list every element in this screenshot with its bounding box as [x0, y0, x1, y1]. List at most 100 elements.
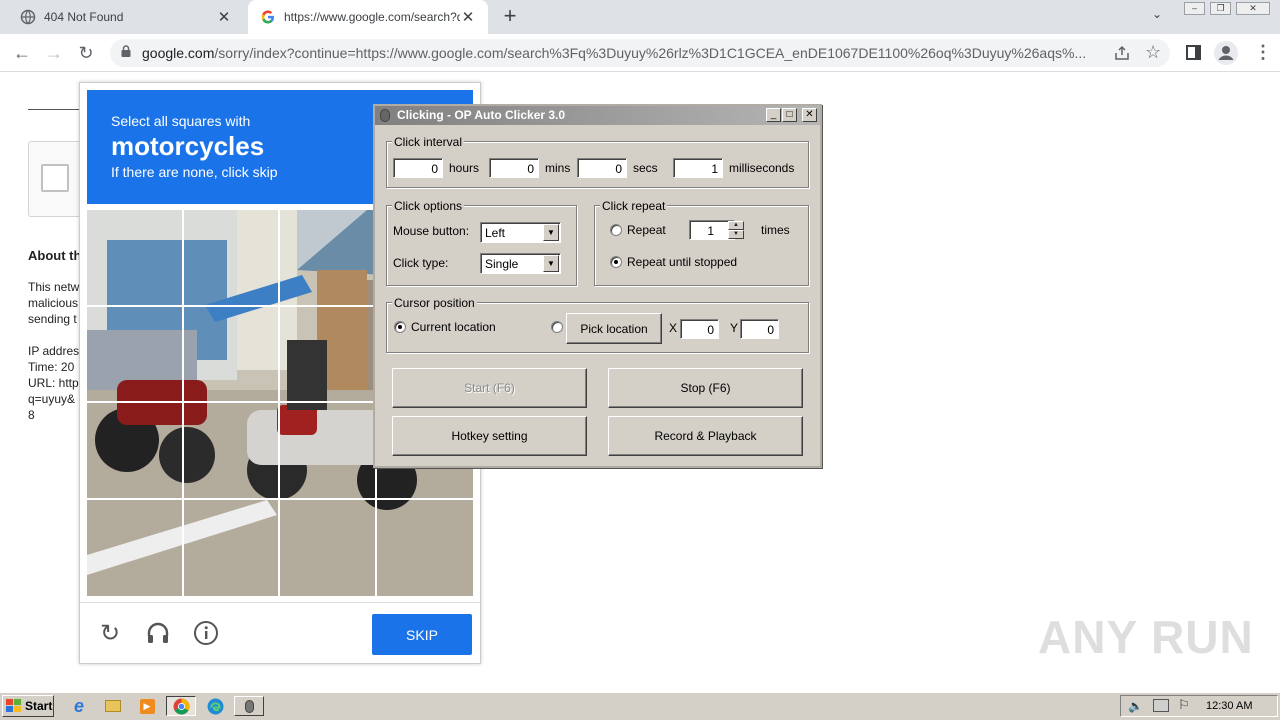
taskbar-clock[interactable]: 12:30 AM	[1206, 700, 1252, 712]
bookmark-star-icon[interactable]: ☆	[1145, 42, 1161, 63]
click-repeat-group	[594, 205, 809, 286]
group-label: Cursor position	[392, 296, 477, 310]
page-info-line: q=uyuy&	[28, 392, 76, 406]
share-icon[interactable]	[1113, 44, 1131, 62]
side-panel-icon[interactable]	[1186, 45, 1201, 60]
media-player-icon[interactable]: ▶	[136, 696, 158, 716]
profile-avatar[interactable]	[1214, 41, 1238, 65]
captcha-hint: If there are none, click skip	[111, 164, 278, 180]
volume-icon[interactable]: 🔈	[1128, 699, 1143, 713]
dropdown-arrow-icon[interactable]: ▼	[543, 255, 559, 272]
edge-icon[interactable]	[204, 696, 226, 716]
repeat-spinner[interactable]: ▲ ▼	[728, 221, 744, 239]
page-info-line: IP addres	[28, 344, 80, 358]
current-location-label: Current location	[411, 320, 496, 334]
autoclicker-titlebar[interactable]: Clicking - OP Auto Clicker 3.0	[375, 106, 820, 125]
mouse-icon	[380, 109, 390, 122]
back-icon[interactable]: ←	[10, 42, 34, 64]
y-input[interactable]: 0	[740, 319, 779, 339]
repeat-until-stopped-label: Repeat until stopped	[627, 255, 738, 269]
captcha-target: motorcycles	[111, 131, 265, 161]
close-icon[interactable]: ✕	[802, 108, 817, 122]
group-label: Click options	[392, 199, 465, 213]
restore-icon[interactable]: ❐	[1210, 2, 1231, 15]
skip-button[interactable]: SKIP	[372, 614, 472, 655]
y-label: Y	[730, 321, 739, 335]
repeat-until-stopped-radio[interactable]	[610, 256, 622, 268]
grid-line	[182, 210, 184, 596]
maximize-icon[interactable]: □	[782, 108, 797, 122]
globe-icon	[20, 9, 36, 25]
url-text[interactable]: google.com/sorry/index?continue=https://…	[142, 45, 1102, 61]
start-button[interactable]: Start (F6)	[392, 368, 587, 408]
current-location-radio[interactable]	[394, 321, 406, 333]
hours-label: hours	[449, 161, 480, 175]
mouse-button-label: Mouse button:	[393, 224, 470, 238]
reload-icon[interactable]: ↻	[74, 42, 98, 64]
group-label: Click interval	[392, 135, 465, 149]
reload-icon[interactable]: ↻	[96, 620, 124, 648]
person-icon	[1218, 46, 1234, 60]
mouse-button-select[interactable]: Left ▼	[480, 222, 561, 243]
grid-line	[278, 210, 280, 596]
secs-input[interactable]: 0	[577, 158, 627, 178]
click-type-label: Click type:	[393, 256, 449, 270]
record-playback-button[interactable]: Record & Playback	[608, 416, 803, 456]
x-input[interactable]: 0	[680, 319, 719, 339]
ie-icon[interactable]: e	[68, 696, 90, 716]
recaptcha-checkbox[interactable]	[41, 164, 69, 192]
page-divider	[28, 109, 82, 110]
spin-down-icon[interactable]: ▼	[728, 230, 744, 239]
system-tray	[1120, 695, 1278, 717]
start-button[interactable]: Start	[2, 695, 54, 717]
tab-404[interactable]: 404 Not Found ✕	[8, 0, 244, 34]
minimize-icon[interactable]: –	[1184, 2, 1205, 15]
captcha-footer-divider	[80, 602, 480, 603]
folder-icon[interactable]	[102, 696, 124, 716]
audio-icon[interactable]	[144, 620, 172, 648]
page-heading: About th	[28, 248, 80, 263]
click-type-select[interactable]: Single ▼	[480, 253, 561, 274]
spin-up-icon[interactable]: ▲	[728, 221, 744, 230]
action-center-flag-icon[interactable]: ⚐	[1178, 697, 1190, 713]
info-icon[interactable]	[192, 620, 220, 648]
close-tab-icon[interactable]: ✕	[460, 8, 476, 26]
close-tab-icon[interactable]: ✕	[216, 8, 232, 26]
menu-kebab-icon[interactable]: ⋮	[1254, 42, 1272, 63]
close-icon[interactable]: ✕	[1236, 2, 1270, 15]
stop-button[interactable]: Stop (F6)	[608, 368, 803, 408]
tab-search-icon[interactable]: ⌄	[1152, 7, 1162, 21]
group-label: Click repeat	[600, 199, 668, 213]
secs-label: secs	[633, 161, 658, 175]
page-text-line: This netw	[28, 280, 80, 294]
new-tab-button[interactable]: +	[498, 5, 522, 29]
page-info-line: URL: http	[28, 376, 79, 390]
page-text-line: malicious	[28, 296, 79, 310]
network-icon[interactable]	[1153, 699, 1169, 712]
tab-title: https://www.google.com/search?q=	[284, 10, 460, 24]
pick-location-radio[interactable]	[551, 321, 563, 333]
grid-line	[87, 498, 473, 500]
hotkey-setting-button[interactable]: Hotkey setting	[392, 416, 587, 456]
window-title: Clicking - OP Auto Clicker 3.0	[397, 108, 566, 122]
page-info-line: Time: 20	[28, 360, 75, 374]
chrome-icon[interactable]	[166, 696, 196, 716]
hours-input[interactable]: 0	[393, 158, 443, 178]
page-info-line: 8	[28, 408, 35, 422]
minimize-icon[interactable]: _	[766, 108, 781, 122]
page-text-line: sending t	[28, 312, 77, 326]
autoclicker-icon[interactable]	[234, 696, 264, 716]
ms-input[interactable]: 1	[673, 158, 723, 178]
repeat-radio[interactable]	[610, 224, 622, 236]
times-label: times	[761, 223, 790, 237]
dropdown-arrow-icon[interactable]: ▼	[543, 224, 559, 241]
google-icon	[261, 10, 274, 24]
ms-label: milliseconds	[729, 161, 795, 175]
lock-icon[interactable]	[121, 45, 131, 57]
tab-google[interactable]: https://www.google.com/search?q= ✕	[248, 0, 488, 34]
forward-icon[interactable]: →	[42, 42, 66, 64]
captcha-instruction: Select all squares with	[111, 113, 251, 129]
tab-title: 404 Not Found	[44, 10, 124, 24]
pick-location-button[interactable]: Pick location	[566, 313, 662, 344]
mins-input[interactable]: 0	[489, 158, 539, 178]
